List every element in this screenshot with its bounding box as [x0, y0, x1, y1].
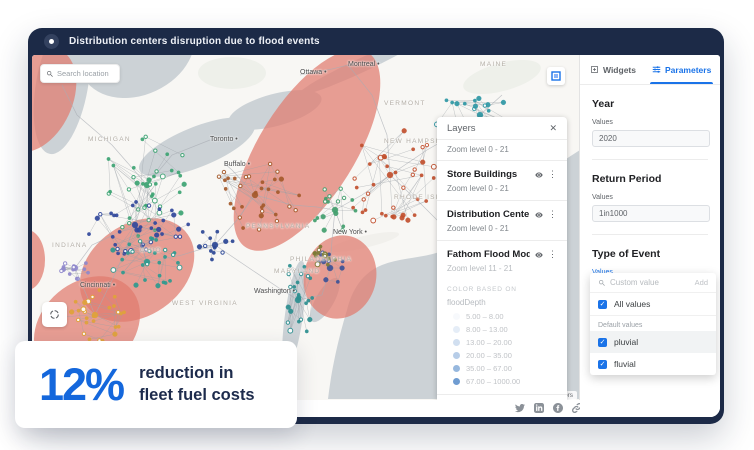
stat-text: reduction in fleet fuel costs — [139, 363, 255, 406]
legend-range: 35.00 – 67.00 — [466, 364, 512, 373]
values-label: Values — [592, 119, 613, 126]
record-dot-icon — [44, 34, 59, 49]
option-label: All values — [614, 299, 651, 309]
checkbox-checked-icon[interactable]: ✓ — [598, 337, 607, 347]
locate-icon — [50, 310, 59, 319]
layer-zoom-range: Zoom level 0 - 21 — [447, 184, 509, 193]
linkedin-icon[interactable] — [534, 403, 544, 413]
twitter-icon[interactable] — [515, 403, 525, 413]
layer-name: Store Buildings — [447, 169, 518, 180]
visibility-eye-icon[interactable] — [534, 211, 544, 219]
legend-range: 13.00 – 20.00 — [466, 338, 512, 347]
legend-dot — [453, 313, 460, 320]
legend-row: 67.00 – 1000.00 — [453, 377, 557, 386]
legend-dot — [453, 378, 460, 385]
legend-field: floodDepth — [447, 298, 486, 307]
search-icon — [46, 70, 53, 77]
layer-menu-icon[interactable]: ⋮ — [548, 250, 557, 259]
custom-value-row[interactable]: Add — [590, 273, 716, 293]
legend-range: 8.00 – 13.00 — [466, 325, 508, 334]
add-button[interactable]: Add — [695, 278, 708, 287]
flood-depth-legend: COLOR BASED ON floodDepth 5.00 – 8.00 8.… — [437, 280, 567, 395]
stat-line1: reduction in — [139, 364, 234, 383]
layers-panel: Layers ✕ Zoom level 0 - 21 Store Buildin… — [437, 117, 567, 400]
visibility-eye-icon[interactable] — [534, 171, 544, 179]
layer-zoom-range: Zoom level 0 - 21 — [447, 224, 509, 233]
locate-button[interactable] — [42, 302, 67, 327]
checkbox-checked-icon[interactable]: ✓ — [598, 299, 607, 309]
stat-value: 12% — [39, 358, 125, 410]
tab-parameters[interactable]: Parameters — [649, 55, 714, 84]
facebook-icon[interactable] — [553, 403, 563, 413]
app-header: Distribution centers disruption due to f… — [28, 28, 724, 55]
return-period-input[interactable] — [592, 205, 710, 222]
legend-dot — [453, 365, 460, 372]
legend-dot — [453, 352, 460, 359]
sidebar: Widgets Parameters Year Values Return Pe… — [580, 55, 720, 417]
legend-row: 5.00 – 8.00 — [453, 312, 557, 321]
legend-row: 35.00 – 67.00 — [453, 364, 557, 373]
custom-value-input[interactable] — [610, 278, 695, 287]
legend-caption: COLOR BASED ON — [447, 286, 517, 293]
share-row — [515, 403, 582, 413]
layer-name: Distribution Centers B... — [447, 209, 530, 220]
stat-card: 12% reduction in fleet fuel costs — [15, 341, 297, 428]
legend-row: 13.00 – 20.00 — [453, 338, 557, 347]
section-title: Type of Event — [592, 248, 661, 260]
option-label: pluvial — [614, 337, 639, 347]
section-return-period: Return Period Values — [580, 173, 720, 235]
layer-item: Fathom Flood Model ⋮ Zoom level 11 - 21 — [437, 241, 567, 280]
year-input[interactable] — [592, 130, 710, 147]
visibility-eye-icon[interactable] — [534, 251, 544, 259]
all-values-option[interactable]: ✓ All values — [590, 293, 716, 316]
legend-range: 5.00 – 8.00 — [466, 312, 504, 321]
legend-dot — [453, 339, 460, 346]
section-title: Year — [592, 98, 615, 110]
layer-zoom-range: Zoom level 0 - 21 — [447, 145, 509, 154]
close-icon[interactable]: ✕ — [549, 123, 557, 134]
layer-menu-icon[interactable]: ⋮ — [548, 210, 557, 219]
divider — [592, 234, 708, 235]
section-title: Return Period — [592, 173, 662, 185]
option-label: fluvial — [614, 359, 636, 369]
legend-range: 67.00 – 1000.00 — [466, 377, 521, 386]
map-search[interactable] — [40, 64, 120, 83]
legend-row: 20.00 – 35.00 — [453, 351, 557, 360]
search-icon — [598, 279, 605, 286]
layer-item: Store Buildings ⋮ Zoom level 0 - 21 — [437, 161, 567, 201]
legend-row: 8.00 – 13.00 — [453, 325, 557, 334]
layer-zoom-range: Zoom level 11 - 21 — [447, 264, 513, 273]
layer-item: Zoom level 0 - 21 — [437, 140, 567, 161]
checkbox-checked-icon[interactable]: ✓ — [598, 359, 607, 369]
parameters-icon — [652, 66, 661, 73]
option-pluvial[interactable]: ✓ pluvial — [590, 331, 716, 353]
app-title: Distribution centers disruption due to f… — [69, 36, 320, 47]
section-year: Year Values — [580, 98, 720, 160]
layer-item: Distribution Centers B... ⋮ Zoom level 0… — [437, 201, 567, 241]
basemap-button[interactable] — [547, 67, 565, 85]
legend-range: 20.00 – 35.00 — [466, 351, 512, 360]
basemap-icon — [551, 71, 561, 81]
layers-panel-header: Layers ✕ — [437, 117, 567, 140]
values-label: Values — [592, 194, 613, 201]
search-input[interactable] — [57, 69, 114, 78]
layer-menu-icon[interactable]: ⋮ — [548, 170, 557, 179]
layer-name: Fathom Flood Model — [447, 249, 530, 260]
option-fluvial[interactable]: ✓ fluvial — [590, 353, 716, 375]
stat-line2: fleet fuel costs — [139, 385, 255, 404]
type-of-event-dropdown: Add ✓ All values Default values ✓ pluvia… — [590, 273, 716, 375]
legend-dot — [453, 326, 460, 333]
sidebar-tabs: Widgets Parameters — [580, 55, 720, 85]
default-values-label: Default values — [598, 322, 643, 329]
tab-widgets[interactable]: Widgets — [590, 55, 636, 84]
layers-panel-title: Layers — [447, 123, 476, 134]
widgets-icon — [591, 66, 598, 73]
divider — [592, 159, 708, 160]
tab-widgets-label: Widgets — [603, 64, 636, 75]
tab-parameters-label: Parameters — [664, 64, 712, 75]
